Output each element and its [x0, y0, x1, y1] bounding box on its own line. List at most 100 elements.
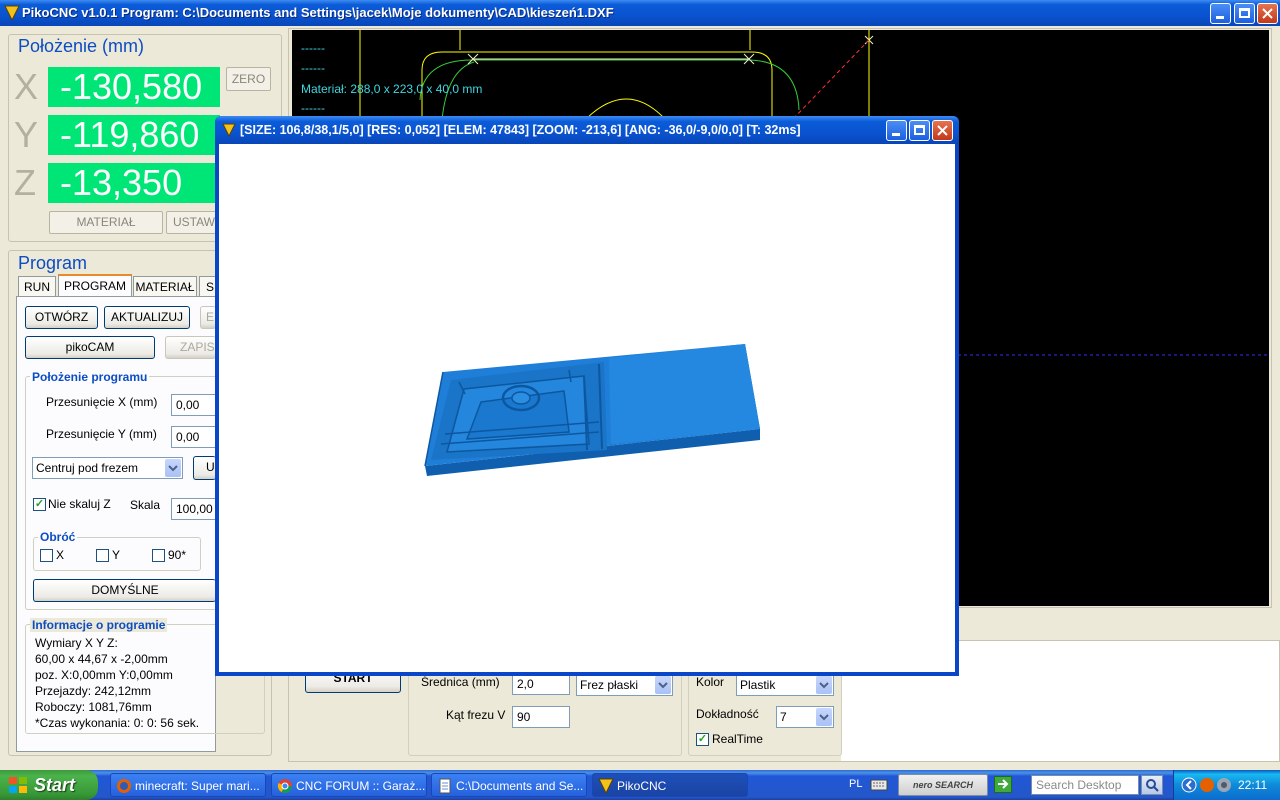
info-line: Przejazdy: 242,12mm	[35, 684, 152, 698]
search-icon	[1146, 779, 1159, 792]
material-button[interactable]: MATERIAŁ	[49, 211, 163, 234]
e-button[interactable]: E	[200, 306, 216, 329]
notepad-icon	[439, 778, 451, 794]
center-select-value: Centruj pod frezem	[36, 461, 139, 475]
rotate-90-checkbox[interactable]	[152, 549, 165, 562]
cad-dash-3: ------	[301, 101, 325, 115]
search-button[interactable]	[1141, 775, 1163, 795]
diameter-label: Średnica (mm)	[421, 675, 500, 689]
rotate-x-checkbox[interactable]	[40, 549, 53, 562]
taskbar-item-label: PikoCNC	[617, 779, 667, 793]
main-titlebar: PikoCNC v1.0.1 Program: C:\Documents and…	[0, 0, 1280, 26]
rotate-x-label: X	[56, 548, 65, 562]
realtime-label: RealTime	[712, 732, 763, 746]
close-icon	[937, 125, 948, 136]
windows-logo-icon	[9, 777, 27, 793]
u-button[interactable]: U	[193, 456, 216, 480]
pikocnc-app-icon	[598, 778, 614, 794]
tab-run[interactable]: RUN	[18, 276, 56, 296]
rotate-y-label: Y	[112, 548, 121, 562]
shift-x-label: Przesunięcie X (mm)	[46, 395, 158, 409]
preview-maximize-button[interactable]	[909, 120, 930, 141]
desktop-search-input[interactable]: Search Desktop	[1031, 775, 1139, 795]
taskbar-item-label: CNC FORUM :: Garaż...	[296, 779, 426, 793]
color-label: Kolor	[696, 675, 725, 689]
axis-x-value: -130,580	[48, 67, 220, 107]
accuracy-label: Dokładność	[696, 707, 759, 721]
rotate-group-title: Obróć	[38, 530, 78, 544]
axis-y-value: -119,860	[48, 115, 220, 155]
program-position-group-title: Położenie programu	[30, 370, 150, 384]
rotate-y-checkbox[interactable]	[96, 549, 109, 562]
info-line: Roboczy: 1081,76mm	[35, 700, 152, 714]
language-indicator[interactable]: PL	[849, 778, 862, 790]
shift-y-label: Przesunięcie Y (mm)	[46, 427, 157, 441]
no-scale-z-checkbox[interactable]: ✓	[33, 498, 46, 511]
shift-x-input[interactable]: 0,00	[171, 394, 216, 416]
nero-search-logo[interactable]: nero SEARCH	[898, 774, 988, 796]
update-button[interactable]: AKTUALIZUJ	[104, 306, 190, 329]
tab-program[interactable]: PROGRAM	[58, 274, 132, 296]
milled-part-3d-model	[424, 344, 760, 476]
keyboard-icon[interactable]	[870, 777, 888, 793]
go-arrow-icon[interactable]	[994, 776, 1012, 793]
zero-button[interactable]: ZERO	[226, 67, 271, 91]
info-line: poz. X:0,00mm Y:0,00mm	[35, 668, 173, 682]
shift-y-input[interactable]: 0,00	[171, 426, 216, 448]
network-tray-icon[interactable]	[1216, 777, 1232, 793]
info-line: 60,00 x 44,67 x -2,00mm	[35, 652, 168, 666]
maximize-button[interactable]	[1234, 3, 1255, 24]
chrome-icon	[277, 779, 292, 793]
diameter-input[interactable]: 2,0	[512, 673, 570, 695]
center-select[interactable]: Centruj pod frezem	[32, 457, 183, 479]
accuracy-select-value: 7	[780, 710, 787, 724]
cutter-type-select[interactable]: Frez płaski	[576, 674, 673, 696]
rotate-90-label: 90*	[168, 548, 187, 562]
preview-window: [SIZE: 106,8/38,1/5,0] [RES: 0,052] [ELE…	[215, 116, 959, 676]
info-line: *Czas wykonania: 0: 0: 56 sek.	[35, 716, 200, 730]
start-label: Start	[34, 775, 76, 795]
minimize-button[interactable]	[1210, 3, 1231, 24]
preview-3d-canvas[interactable]	[219, 144, 955, 672]
position-heading: Położenie (mm)	[18, 36, 145, 56]
cutter-type-value: Frez płaski	[580, 678, 639, 692]
taskbar-item-pikocnc[interactable]: PikoCNC	[592, 773, 748, 797]
defaults-button[interactable]: DOMYŚLNE	[33, 579, 216, 602]
axis-y-label: Y	[14, 114, 39, 155]
clock: 22:11	[1238, 778, 1268, 792]
program-info-title: Informacje o programie	[30, 618, 168, 632]
taskbar-item-label: minecraft: Super mari...	[135, 779, 260, 793]
open-button[interactable]: OTWÓRZ	[25, 306, 98, 329]
v-angle-input[interactable]: 90	[512, 706, 570, 728]
pikocnc-app-icon	[222, 123, 236, 137]
scale-input[interactable]: 100,00	[171, 498, 216, 520]
axis-x-label: X	[14, 66, 39, 107]
cad-material-info: Materiał: 288,0 x 223,0 x 40,0 mm	[301, 82, 483, 96]
info-line: Wymiary X Y Z:	[35, 636, 118, 650]
preview-minimize-button[interactable]	[886, 120, 907, 141]
start-button-os[interactable]: Start	[0, 770, 98, 800]
chevron-down-icon	[816, 676, 832, 694]
firefox-tray-icon[interactable]	[1199, 777, 1215, 793]
taskbar-item-chrome[interactable]: CNC FORUM :: Garaż...	[271, 773, 427, 797]
cad-dash-1: ------	[301, 41, 325, 55]
tab-material[interactable]: MATERIAŁ	[133, 276, 197, 296]
cad-dash-2: ------	[301, 61, 325, 75]
save-button[interactable]: ZAPISZ	[165, 336, 222, 359]
taskbar-item-firefox[interactable]: minecraft: Super mari...	[110, 773, 266, 797]
realtime-checkbox[interactable]: ✓	[696, 733, 709, 746]
preview-close-button[interactable]	[932, 120, 953, 141]
chevron-down-icon	[165, 459, 181, 477]
taskbar-item-label: C:\Documents and Se...	[456, 779, 584, 793]
tray-back-arrow-icon[interactable]	[1181, 777, 1197, 793]
taskbar-item-notepad[interactable]: C:\Documents and Se...	[431, 773, 587, 797]
accuracy-select[interactable]: 7	[776, 706, 834, 728]
color-select[interactable]: Plastik	[736, 674, 834, 696]
pikocam-button[interactable]: pikoCAM	[25, 336, 155, 359]
close-button[interactable]	[1257, 3, 1278, 24]
preview-titlebar: [SIZE: 106,8/38,1/5,0] [RES: 0,052] [ELE…	[215, 116, 959, 144]
firefox-icon	[117, 779, 131, 793]
preview-title: [SIZE: 106,8/38,1/5,0] [RES: 0,052] [ELE…	[240, 123, 801, 137]
taskbar: Start minecraft: Super mari... CNC FORUM…	[0, 770, 1280, 800]
no-scale-z-label: Nie skaluj Z	[48, 497, 111, 511]
